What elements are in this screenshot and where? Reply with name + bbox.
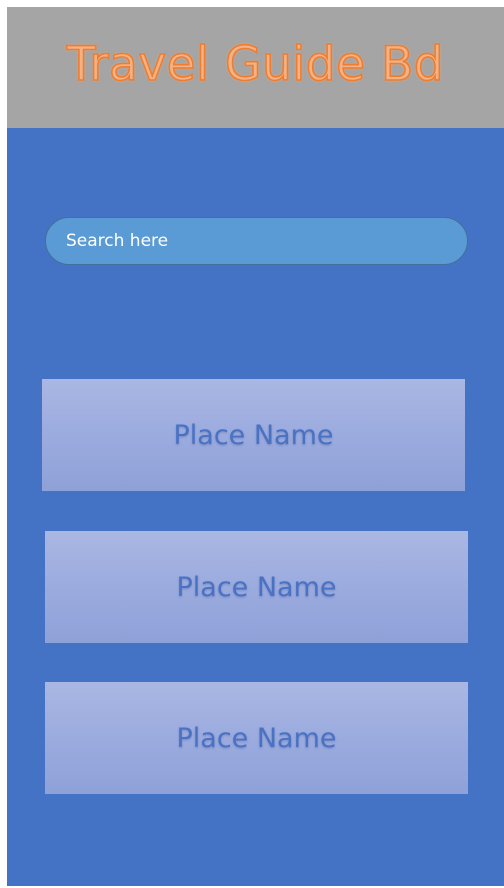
place-name-label: Place Name bbox=[176, 722, 337, 754]
app-header: Travel Guide Bd bbox=[7, 7, 504, 128]
search-input[interactable] bbox=[66, 231, 447, 251]
place-card-2[interactable]: Place Name bbox=[45, 531, 468, 643]
app-screen: Travel Guide Bd Place Name Place Name Pl… bbox=[7, 7, 504, 886]
search-bar[interactable] bbox=[45, 217, 468, 265]
place-card-1[interactable]: Place Name bbox=[42, 379, 465, 491]
app-title: Travel Guide Bd bbox=[66, 36, 445, 93]
place-name-label: Place Name bbox=[173, 419, 334, 451]
place-card-3[interactable]: Place Name bbox=[45, 682, 468, 794]
place-name-label: Place Name bbox=[176, 571, 337, 603]
